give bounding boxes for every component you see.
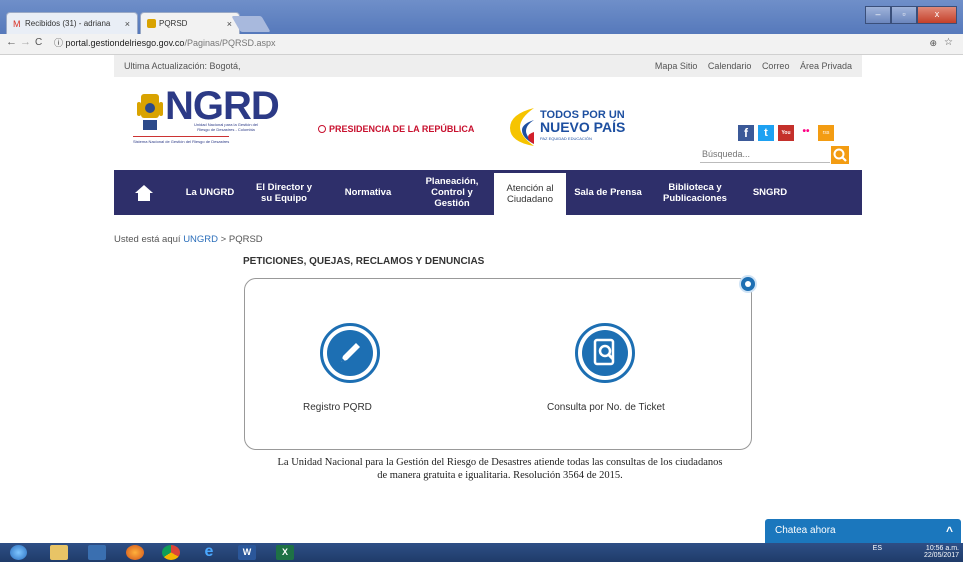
rss-icon[interactable]: rss <box>818 125 834 141</box>
word-icon[interactable]: W <box>238 545 256 560</box>
search-icon <box>833 148 847 162</box>
reload-button[interactable]: C <box>35 37 42 48</box>
link-area-privada[interactable]: Área Privada <box>800 61 852 71</box>
tab-pqrsd-label: PQRSD <box>159 19 188 28</box>
service-notice-line2: de manera gratuita e igualitaria. Resolu… <box>377 470 623 481</box>
home-icon <box>135 184 153 201</box>
nav-sngrd[interactable]: SNGRD <box>744 170 796 215</box>
clock[interactable]: 10:56 a.m. 22/05/2017 <box>924 545 959 559</box>
gmail-icon: M <box>13 19 21 29</box>
media-player-icon[interactable] <box>88 545 106 560</box>
logo-subtitle: Unidad Nacional para la Gestión del Ries… <box>171 122 281 132</box>
top-links: Mapa Sitio Calendario Correo Área Privad… <box>647 55 852 77</box>
search-box <box>700 146 850 164</box>
window-controls: – ▫ x <box>865 6 957 24</box>
ungrd-favicon-icon <box>147 19 156 28</box>
language-indicator[interactable]: ES <box>873 545 882 552</box>
minimize-button[interactable]: – <box>865 6 891 24</box>
registro-pqrd-label[interactable]: Registro PQRD <box>303 402 372 413</box>
ungrd-emblem-icon <box>137 94 163 130</box>
link-mapa-sitio[interactable]: Mapa Sitio <box>655 61 698 71</box>
breadcrumb-current: PQRSD <box>228 234 263 245</box>
consulta-circle <box>582 330 628 376</box>
todos-line3: PAZ EQUIDAD EDUCACIÓN <box>540 136 592 141</box>
twitter-icon[interactable]: t <box>758 125 774 141</box>
social-links: f t You •• rss <box>738 125 834 141</box>
logo-sub3: Sistema Nacional de Gestión del Riesgo d… <box>133 136 230 144</box>
url-host: portal.gestiondelriesgo.gov.co <box>65 38 185 48</box>
link-correo[interactable]: Correo <box>762 61 790 71</box>
nav-atencion-ciudadano[interactable]: Atención al Ciudadano <box>494 170 566 215</box>
back-button[interactable]: ← <box>6 36 17 48</box>
chat-widget[interactable]: Chatea ahora ^ <box>765 519 961 543</box>
top-strip: Ultima Actualización: Bogotá, Mapa Sitio… <box>114 55 862 77</box>
registro-pqrd-button[interactable] <box>320 323 380 383</box>
excel-icon[interactable]: X <box>276 545 294 560</box>
bookmark-star-icon[interactable]: ☆ <box>944 37 953 48</box>
last-update-text: Ultima Actualización: Bogotá, <box>124 61 241 71</box>
todos-line2: NUEVO PAÍS <box>540 119 626 135</box>
page-title: PETICIONES, QUEJAS, RECLAMOS Y DENUNCIAS <box>243 256 485 267</box>
service-notice: La Unidad Nacional para la Gestión del R… <box>240 456 760 482</box>
flickr-icon[interactable]: •• <box>798 125 814 141</box>
system-tray: ES 10:56 a.m. 22/05/2017 <box>873 545 959 559</box>
close-window-button[interactable]: x <box>917 6 957 24</box>
presidencia-text: PRESIDENCIA DE LA REPÚBLICA <box>329 124 475 134</box>
chat-toggle-icon[interactable]: ^ <box>946 519 953 543</box>
tab-pqrsd[interactable]: PQRSD × <box>140 12 240 34</box>
link-calendario[interactable]: Calendario <box>708 61 752 71</box>
colombia-flag-icon <box>510 108 534 146</box>
nav-planeacion[interactable]: Planeación, Control y Gestión <box>420 170 484 215</box>
registro-circle <box>327 330 373 376</box>
clock-date: 22/05/2017 <box>923 552 959 559</box>
breadcrumb: Usted está aquí UNGRD > PQRSD <box>114 234 263 245</box>
breadcrumb-prefix: Usted está aquí <box>114 234 181 245</box>
youtube-icon[interactable]: You <box>778 125 794 141</box>
nav-director[interactable]: El Director y su Equipo <box>252 170 316 215</box>
nav-normativa[interactable]: Normativa <box>338 170 398 215</box>
forward-button[interactable]: → <box>20 36 31 48</box>
presidencia-seal-icon <box>318 125 326 133</box>
pqrd-options-panel: Registro PQRD Consulta por No. de Ticket <box>244 275 757 450</box>
logo-sub2: Riesgo de Desastres - Colombia <box>197 127 255 132</box>
browser-titlebar: M Recibidos (31) - adriana × PQRSD × – ▫… <box>0 0 963 34</box>
search-input[interactable] <box>700 146 830 163</box>
facebook-icon[interactable]: f <box>738 125 754 141</box>
ungrd-logo[interactable]: NGRD Unidad Nacional para la Gestión del… <box>133 84 280 150</box>
pencil-icon <box>341 343 360 362</box>
url-path: /Paginas/PQRSD.aspx <box>184 38 276 48</box>
clock-time: 10:56 a.m. <box>925 545 959 552</box>
url-field[interactable]: ⓘ portal.gestiondelriesgo.gov.co/Paginas… <box>54 36 276 51</box>
tab-close-icon[interactable]: × <box>125 13 130 35</box>
tab-gmail[interactable]: M Recibidos (31) - adriana × <box>6 12 138 34</box>
tab-gmail-label: Recibidos (31) - adriana <box>25 19 111 28</box>
start-button[interactable] <box>10 545 27 560</box>
internet-explorer-icon[interactable]: e <box>200 544 218 560</box>
zoom-icon[interactable]: ⊕ <box>929 38 937 49</box>
nav-biblioteca[interactable]: Biblioteca y Publicaciones <box>654 170 736 215</box>
address-bar: ← → C ⓘ portal.gestiondelriesgo.gov.co/P… <box>0 34 963 55</box>
consulta-ticket-label[interactable]: Consulta por No. de Ticket <box>547 402 665 413</box>
chat-label: Chatea ahora <box>775 525 836 536</box>
firefox-icon[interactable] <box>126 545 144 560</box>
presidencia-link[interactable]: PRESIDENCIA DE LA REPÚBLICA <box>318 124 474 134</box>
maximize-button[interactable]: ▫ <box>891 6 917 24</box>
site-info-icon[interactable]: ⓘ <box>54 38 63 48</box>
main-nav: La UNGRD El Director y su Equipo Normati… <box>114 170 862 215</box>
nav-la-ungrd[interactable]: La UNGRD <box>176 170 244 215</box>
service-notice-line1: La Unidad Nacional para la Gestión del R… <box>277 457 723 468</box>
todos-por-un-nuevo-pais-logo[interactable]: TODOS POR UN NUEVO PAÍS PAZ EQUIDAD EDUC… <box>506 106 626 152</box>
help-badge-icon[interactable] <box>739 275 757 293</box>
nav-home[interactable] <box>114 170 174 215</box>
search-button[interactable] <box>831 146 849 164</box>
consulta-ticket-button[interactable] <box>575 323 635 383</box>
nav-sala-prensa[interactable]: Sala de Prensa <box>572 170 644 215</box>
chrome-icon[interactable] <box>162 545 180 560</box>
windows-taskbar: e W X ES 10:56 a.m. 22/05/2017 <box>0 543 963 562</box>
explorer-icon[interactable] <box>50 545 68 560</box>
breadcrumb-link-ungrd[interactable]: UNGRD <box>183 234 218 245</box>
document-search-icon <box>593 338 615 366</box>
breadcrumb-separator: > <box>220 234 227 245</box>
